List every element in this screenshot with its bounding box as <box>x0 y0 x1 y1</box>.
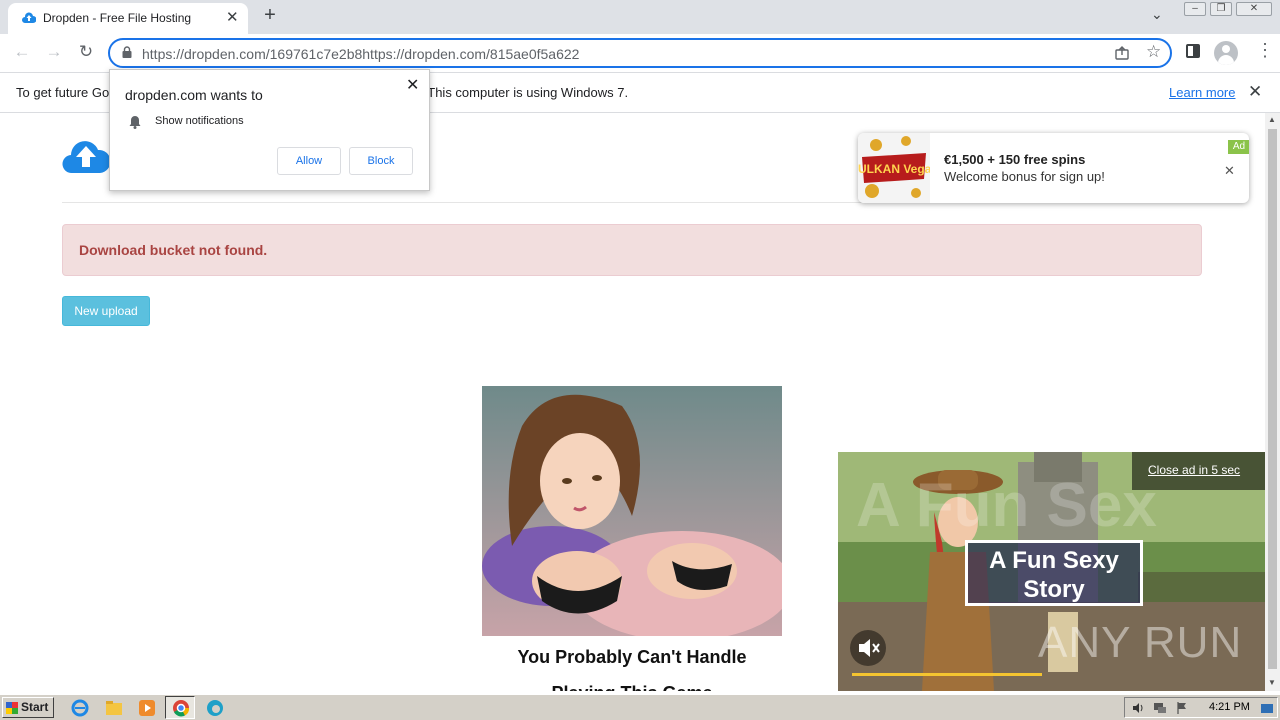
file-explorer-icon[interactable] <box>104 698 124 718</box>
ad-watermark-text: A Fun Sex <box>856 471 1157 540</box>
ad-brand-text: VULKAN Vegas <box>858 162 930 176</box>
minimize-window-button[interactable]: – <box>1184 2 1206 16</box>
lock-icon <box>122 46 132 58</box>
cloud-upload-icon <box>22 12 36 23</box>
video-ad-title: A Fun Sexy Story <box>965 540 1143 606</box>
close-ad-text[interactable]: Close ad in 5 sec <box>1148 463 1240 477</box>
edge-icon[interactable] <box>205 698 225 718</box>
notification-permission-popup: dropden.com wants to ✕ Show notification… <box>109 69 430 191</box>
alert-message: Download bucket not found. <box>79 242 268 258</box>
side-panel-icon[interactable] <box>1186 44 1200 58</box>
notification-ad[interactable]: VULKAN Vegas €1,500 + 150 free spins Wel… <box>858 133 1249 203</box>
chrome-taskbar-button[interactable] <box>165 696 195 719</box>
reload-icon[interactable]: ↻ <box>74 41 98 65</box>
browser-toolbar: ← → ↻ https://dropden.com/169761c7e2b8ht… <box>0 34 1280 72</box>
windows-flag-icon <box>6 702 18 714</box>
show-desktop-icon[interactable] <box>1260 701 1274 715</box>
permission-label: Show notifications <box>155 115 244 127</box>
page-scrollbar[interactable]: ▲ ▼ <box>1265 113 1280 691</box>
media-player-icon[interactable] <box>137 698 157 718</box>
bell-icon <box>129 116 141 129</box>
bookmark-star-icon[interactable]: ☆ <box>1146 42 1161 62</box>
video-ad[interactable]: A Fun Sex A Fun Sexy Story ANY RUN Close… <box>838 452 1265 691</box>
new-tab-button[interactable]: + <box>258 4 282 27</box>
scroll-down-arrow-icon[interactable]: ▼ <box>1268 678 1276 687</box>
promo-caption-second-line[interactable]: Playing This Game <box>482 683 782 691</box>
anyrun-watermark: ANY RUN <box>1038 618 1243 667</box>
promo-caption[interactable]: You Probably Can't Handle <box>482 647 782 668</box>
network-icon[interactable] <box>1153 701 1167 715</box>
dropden-logo-cloud-icon[interactable] <box>62 137 110 175</box>
block-button[interactable]: Block <box>349 147 413 175</box>
scroll-up-arrow-icon[interactable]: ▲ <box>1268 115 1276 124</box>
info-bar-close-icon[interactable]: ✕ <box>1248 82 1262 102</box>
ad-thumbnail: VULKAN Vegas <box>858 133 938 203</box>
internet-explorer-icon[interactable] <box>70 698 90 718</box>
browser-tab[interactable]: Dropden - Free File Hosting ✕ <box>8 3 248 34</box>
chrome-icon <box>173 700 190 717</box>
back-arrow-icon[interactable]: ← <box>10 41 34 65</box>
error-alert: Download bucket not found. <box>62 224 1202 276</box>
scrollbar-thumb[interactable] <box>1268 129 1277 669</box>
share-icon[interactable] <box>1114 45 1130 61</box>
tab-strip: Dropden - Free File Hosting ✕ + ⌄ – ❐ ✕ <box>0 0 1280 34</box>
system-tray: 4:21 PM <box>1124 697 1278 718</box>
new-upload-button[interactable]: New upload <box>62 296 150 326</box>
close-window-button[interactable]: ✕ <box>1236 2 1272 16</box>
forward-arrow-icon[interactable]: → <box>42 41 66 65</box>
taskbar-clock[interactable]: 4:21 PM <box>1209 701 1250 713</box>
tab-close-icon[interactable]: ✕ <box>226 8 239 26</box>
url-text[interactable]: https://dropden.com/169761c7e2b8https://… <box>142 46 579 62</box>
permission-heading: dropden.com wants to <box>125 87 263 103</box>
tab-search-chevron-icon[interactable]: ⌄ <box>1151 6 1163 23</box>
address-bar[interactable]: https://dropden.com/169761c7e2b8https://… <box>108 38 1172 68</box>
ad-subtitle: Welcome bonus for sign up! <box>944 169 1105 184</box>
ad-title: €1,500 + 150 free spins <box>944 152 1086 167</box>
profile-avatar-icon[interactable] <box>1214 41 1238 65</box>
start-label: Start <box>21 700 49 714</box>
ad-close-icon[interactable]: ✕ <box>1224 163 1235 179</box>
permission-close-icon[interactable]: ✕ <box>406 75 419 95</box>
ad-badge: Ad <box>1228 140 1249 154</box>
kebab-menu-icon[interactable]: ⋮ <box>1256 40 1274 61</box>
vulkan-vegas-logo: VULKAN Vegas <box>858 136 938 198</box>
allow-button[interactable]: Allow <box>277 147 341 175</box>
close-ad-countdown[interactable]: Close ad in 5 sec <box>1132 452 1265 490</box>
restore-window-button[interactable]: ❐ <box>1210 2 1232 16</box>
page-content: Download bucket not found. New upload Yo… <box>0 113 1265 691</box>
start-button[interactable]: Start <box>2 697 54 718</box>
action-center-flag-icon[interactable] <box>1175 701 1189 715</box>
tab-title: Dropden - Free File Hosting <box>43 11 192 25</box>
windows-taskbar: Start 4:21 PM <box>0 694 1280 720</box>
promo-ad-image[interactable] <box>482 386 782 636</box>
video-progress-bar <box>852 673 1042 676</box>
learn-more-link[interactable]: Learn more <box>1169 85 1235 100</box>
mute-icon[interactable] <box>850 630 886 666</box>
volume-icon[interactable] <box>1131 701 1145 715</box>
